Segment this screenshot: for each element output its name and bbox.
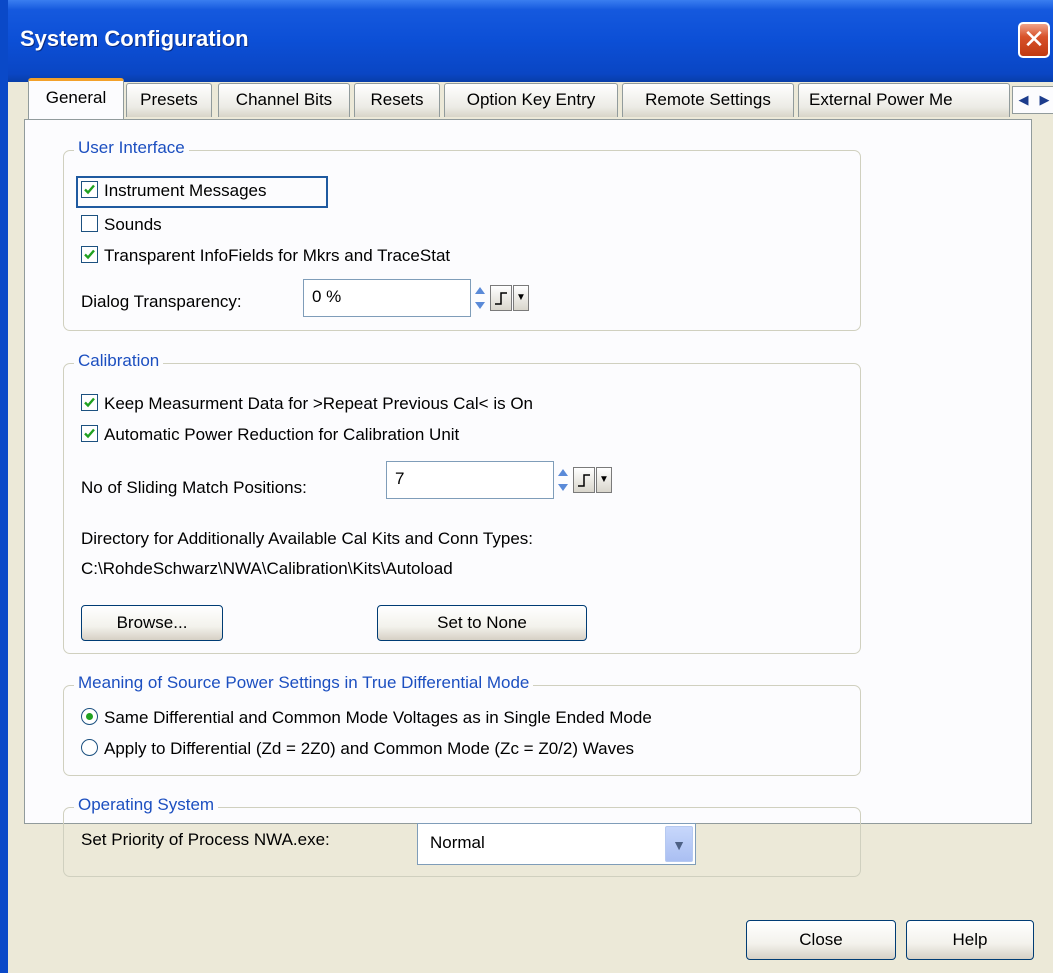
dialog-transparency-step-button[interactable] [490,285,512,311]
sliding-match-positions-label: No of Sliding Match Positions: [81,478,307,497]
dialog-transparency-spinner[interactable] [473,279,487,317]
sliding-match-step-button[interactable] [573,467,595,493]
instrument-messages-label: Instrument Messages [104,181,267,200]
radio-unselected-icon [81,739,98,757]
tab-external-power-meters[interactable]: External Power Me [798,83,1010,117]
operating-system-legend: Operating System [74,795,219,815]
dropdown-arrow-icon: ▼ [599,474,609,485]
instrument-messages-checkbox[interactable]: Instrument Messages [81,181,267,201]
checkbox-checked-icon [81,246,98,264]
close-button[interactable]: Close [746,920,896,960]
sliding-match-positions-input[interactable]: 7 [386,461,554,499]
tab-remote-settings[interactable]: Remote Settings [622,83,794,117]
apply-to-differential-label: Apply to Differential (Zd = 2Z0) and Com… [104,739,635,758]
keep-measurement-data-checkbox[interactable]: Keep Measurment Data for >Repeat Previou… [81,394,533,414]
spin-arrows-icon [475,287,485,309]
window-title: System Configuration [20,26,249,51]
calibration-group: Calibration Keep Measurment Data for >Re… [63,351,861,654]
priority-label: Set Priority of Process NWA.exe: [81,830,330,849]
sounds-label: Sounds [104,215,162,234]
dropdown-arrow-icon: ▼ [516,292,526,303]
browse-button[interactable]: Browse... [81,605,223,641]
priority-select[interactable]: Normal ▼ [417,823,696,865]
checkbox-checked-icon [81,181,98,199]
calibration-legend: Calibration [74,351,164,371]
tab-channel-bits[interactable]: Channel Bits [218,83,350,117]
automatic-power-reduction-label: Automatic Power Reduction for Calibratio… [104,425,460,444]
cal-kits-directory-label: Directory for Additionally Available Cal… [81,529,534,548]
sliding-match-dropdown-button[interactable]: ▼ [596,467,612,493]
priority-value: Normal [430,833,485,852]
source-power-group: Meaning of Source Power Settings in True… [63,673,861,776]
step-size-icon [578,474,590,487]
close-window-button[interactable]: ✕ [1018,22,1050,58]
user-interface-group: User Interface Instrument Messages Sound… [63,138,861,331]
help-button[interactable]: Help [906,920,1034,960]
dialog-transparency-label: Dialog Transparency: [81,292,242,311]
tab-option-key-entry[interactable]: Option Key Entry [444,83,618,117]
sounds-checkbox[interactable]: Sounds [81,215,162,235]
dialog-transparency-input[interactable]: 0 % [303,279,471,317]
same-differential-radio[interactable]: Same Differential and Common Mode Voltag… [81,708,652,728]
same-differential-label: Same Differential and Common Mode Voltag… [104,708,652,727]
radio-selected-icon [81,708,98,726]
tab-scroll-left-icon[interactable]: ◀ [1019,92,1029,108]
checkbox-checked-icon [81,394,98,412]
spin-arrows-icon [558,469,568,491]
transparent-infofields-checkbox[interactable]: Transparent InfoFields for Mkrs and Trac… [81,246,450,266]
dialog-window: System Configuration ✕ General Presets C… [0,0,1053,973]
window-frame-left [0,0,8,973]
apply-to-differential-radio[interactable]: Apply to Differential (Zd = 2Z0) and Com… [81,739,634,759]
general-tab-panel: User Interface Instrument Messages Sound… [24,119,1032,877]
dialog-transparency-dropdown-button[interactable]: ▼ [513,285,529,311]
keep-measurement-data-label: Keep Measurment Data for >Repeat Previou… [104,394,533,413]
checkbox-unchecked-icon [81,215,98,233]
title-bar[interactable]: System Configuration ✕ [0,0,1053,82]
cal-kits-directory-path: C:\RohdeSchwarz\NWA\Calibration\Kits\Aut… [81,559,453,578]
tab-scroll-right-icon[interactable]: ▶ [1040,92,1050,108]
tab-general[interactable]: General [28,78,124,119]
tab-resets[interactable]: Resets [354,83,440,117]
transparent-infofields-label: Transparent InfoFields for Mkrs and Trac… [104,246,451,265]
tab-strip: General Presets Channel Bits Resets Opti… [24,78,1053,120]
chevron-down-icon[interactable]: ▼ [665,826,693,862]
close-icon: ✕ [1023,24,1045,54]
source-power-legend: Meaning of Source Power Settings in True… [74,673,534,693]
set-to-none-button[interactable]: Set to None [377,605,587,641]
step-size-icon [495,292,507,305]
tab-scroll-arrows: ◀ ▶ [1012,86,1053,114]
user-interface-legend: User Interface [74,138,189,158]
tab-presets[interactable]: Presets [126,83,212,117]
sliding-match-positions-spinner[interactable] [556,461,570,499]
operating-system-group: Operating System Set Priority of Process… [63,795,861,877]
automatic-power-reduction-checkbox[interactable]: Automatic Power Reduction for Calibratio… [81,425,459,445]
checkbox-checked-icon [81,425,98,443]
